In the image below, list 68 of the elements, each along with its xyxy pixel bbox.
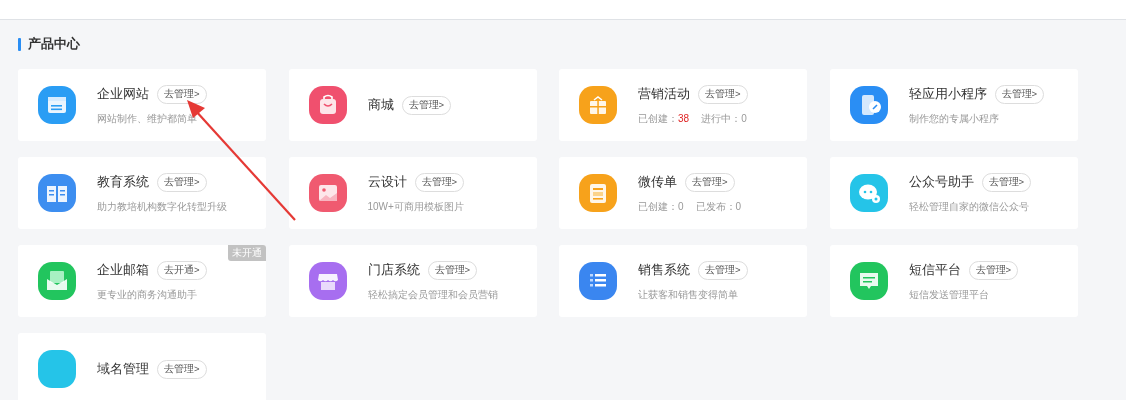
manage-button[interactable]: 去管理> (685, 172, 735, 192)
product-name: 公众号助手 (908, 173, 974, 191)
manage-button[interactable]: 去管理> (427, 260, 478, 280)
mail-envelope-icon (38, 262, 76, 300)
section-title: 产品中心 (28, 35, 80, 53)
manage-button[interactable]: 去管理> (401, 95, 452, 115)
stat-label: 已创建： (638, 199, 678, 214)
shopping-bag-icon (308, 86, 347, 124)
product-name: 微传单 (638, 173, 677, 191)
manage-button[interactable]: 去管理> (981, 172, 1032, 192)
manage-button[interactable]: 去管理> (414, 172, 465, 192)
stat-label: 进行中： (701, 111, 742, 126)
book-icon (38, 174, 76, 212)
manage-button[interactable]: 去管理> (157, 172, 207, 192)
product-card[interactable]: 公众号助手 去管理> 轻松管理自家的微信公众号 (829, 157, 1078, 229)
product-description: 助力教培机构数字化转型升级 (97, 199, 227, 214)
flyer-icon (579, 174, 617, 212)
manage-button[interactable]: 去管理> (157, 84, 207, 104)
product-name: 营销活动 (638, 85, 690, 103)
app-icon (38, 350, 76, 388)
product-name: 教育系统 (97, 173, 149, 191)
product-name: 轻应用小程序 (908, 85, 987, 103)
manage-button[interactable]: 去管理> (698, 84, 748, 104)
product-card[interactable]: 云设计 去管理> 10W+可商用模板图片 (288, 157, 537, 229)
product-description: 更专业的商务沟通助手 (97, 287, 198, 302)
product-name: 商城 (367, 96, 394, 114)
product-name: 企业邮箱 (97, 261, 149, 279)
manage-button[interactable]: 去管理> (968, 260, 1019, 280)
product-description: 轻松搞定会员管理和会员营销 (367, 287, 498, 302)
stat-value: 0 (735, 201, 742, 212)
browser-window-icon (38, 86, 76, 124)
product-description: 10W+可商用模板图片 (367, 199, 465, 214)
product-name: 短信平台 (908, 261, 961, 279)
product-card[interactable]: 门店系统 去管理> 轻松搞定会员管理和会员营销 (288, 245, 537, 317)
product-description: 轻松管理自家的微信公众号 (908, 199, 1030, 214)
manage-button[interactable]: 去开通> (157, 260, 207, 280)
product-card[interactable]: 微传单 去管理> 已创建：0 已发布：0 (559, 157, 807, 229)
product-card[interactable]: 商城 去管理> (288, 69, 537, 141)
product-description: 短信发送管理平台 (908, 287, 990, 302)
product-name: 门店系统 (367, 261, 420, 279)
product-description: 制作您的专属小程序 (908, 111, 1000, 126)
product-name: 域名管理 (97, 360, 149, 378)
manage-button[interactable]: 去管理> (994, 84, 1045, 104)
stat-value: 0 (741, 113, 747, 124)
product-description: 让获客和销售变得简单 (638, 287, 739, 302)
stat-label: 已创建： (638, 111, 678, 126)
storefront-icon (308, 262, 347, 300)
product-name: 企业网站 (97, 85, 149, 103)
stat-value: 0 (678, 201, 684, 212)
product-card[interactable]: 营销活动 去管理> 已创建：38 进行中：0 (559, 69, 807, 141)
product-card[interactable]: 轻应用小程序 去管理> 制作您的专属小程序 (829, 69, 1078, 141)
phone-link-icon (849, 86, 888, 124)
stat-value: 38 (678, 113, 690, 124)
product-name: 销售系统 (638, 261, 690, 279)
gift-icon (579, 86, 617, 124)
chat-gear-icon (849, 174, 888, 212)
list-icon (579, 262, 617, 300)
product-name: 云设计 (367, 173, 407, 191)
image-icon (308, 174, 347, 212)
product-card[interactable]: 销售系统 去管理> 让获客和销售变得简单 (559, 245, 807, 317)
manage-button[interactable]: 去管理> (698, 260, 748, 280)
manage-button[interactable]: 去管理> (157, 359, 207, 379)
product-card[interactable]: 域名管理 去管理> (18, 333, 266, 400)
title-accent-bar (18, 37, 21, 51)
product-card[interactable]: 教育系统 去管理> 助力教培机构数字化转型升级 (18, 157, 266, 229)
message-icon (849, 262, 888, 300)
stat-label: 已发布： (695, 199, 736, 214)
product-card[interactable]: 短信平台 去管理> 短信发送管理平台 (829, 245, 1078, 317)
